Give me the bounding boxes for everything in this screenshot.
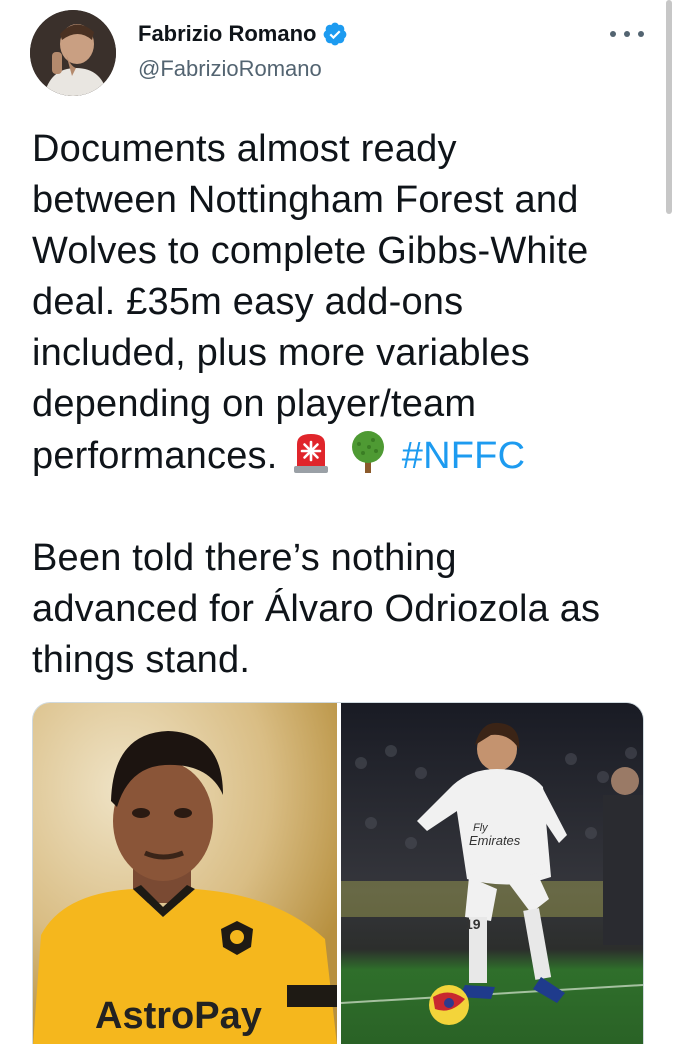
author-handle[interactable]: @FabrizioRomano bbox=[138, 56, 322, 82]
tweet-text: Documents almost ready between Nottingha… bbox=[32, 124, 652, 686]
more-dot bbox=[638, 31, 644, 37]
tweet: Fabrizio Romano @FabrizioRomano Document… bbox=[0, 0, 675, 1044]
tweet-line: deal. £35m easy add-ons bbox=[32, 281, 464, 323]
tweet-line: Been told there’s nothing bbox=[32, 537, 457, 579]
shirt-sponsor-right-line2: Emirates bbox=[469, 833, 521, 848]
media-grid: AstroPay Fly Emirates 19 bbox=[32, 702, 644, 1044]
hashtag-link[interactable]: #NFFC bbox=[402, 435, 525, 477]
media-image-right[interactable]: Fly Emirates 19 bbox=[341, 703, 643, 1044]
tweet-line-text: performances. bbox=[32, 435, 278, 477]
more-dot bbox=[624, 31, 630, 37]
author-name-row[interactable]: Fabrizio Romano bbox=[138, 18, 348, 50]
verified-badge-icon bbox=[322, 21, 348, 47]
avatar-photo bbox=[30, 10, 116, 96]
police-car-light-emoji bbox=[288, 430, 334, 474]
more-dot bbox=[610, 31, 616, 37]
tweet-line: included, plus more variables bbox=[32, 332, 530, 374]
tweet-line: Wolves to complete Gibbs-White bbox=[32, 230, 589, 272]
player-photo-right: Fly Emirates 19 bbox=[341, 703, 643, 1044]
more-options-icon[interactable] bbox=[610, 22, 644, 46]
tweet-line: between Nottingham Forest and bbox=[32, 179, 579, 221]
scrollbar[interactable] bbox=[666, 0, 672, 214]
shirt-number-right: 19 bbox=[465, 916, 481, 932]
tweet-line: Documents almost ready bbox=[32, 128, 457, 170]
tweet-line: advanced for Álvaro Odriozola as bbox=[32, 588, 601, 630]
avatar[interactable] bbox=[30, 10, 116, 96]
deciduous-tree-emoji bbox=[345, 430, 391, 474]
player-photo-left: AstroPay bbox=[33, 703, 337, 1044]
shirt-sponsor-left: AstroPay bbox=[95, 995, 262, 1037]
media-image-left[interactable]: AstroPay bbox=[33, 703, 337, 1044]
tweet-line: things stand. bbox=[32, 639, 251, 681]
tweet-line-with-emoji: performances. #NFFC bbox=[32, 430, 652, 482]
tweet-line: depending on player/team bbox=[32, 383, 477, 425]
author-display-name[interactable]: Fabrizio Romano bbox=[138, 21, 316, 47]
